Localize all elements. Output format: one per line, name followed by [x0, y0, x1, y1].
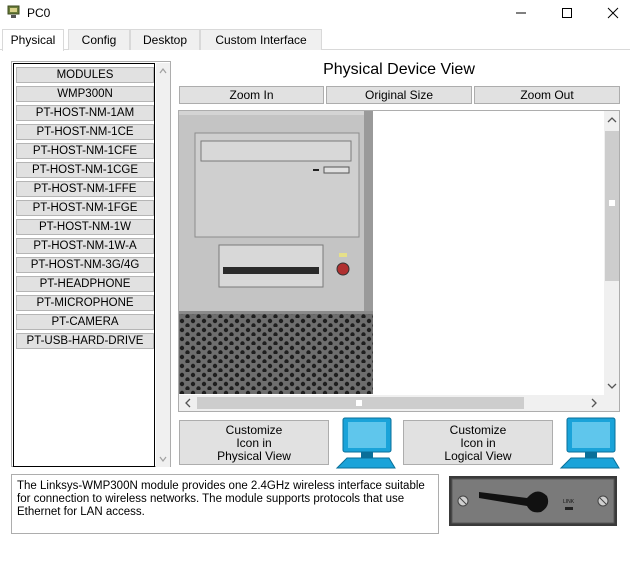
close-button[interactable] — [590, 0, 630, 26]
title-bar: PC0 — [0, 0, 630, 26]
module-item[interactable]: PT-HOST-NM-3G/4G — [16, 257, 154, 273]
scroll-up-arrow-icon[interactable] — [606, 114, 618, 126]
physical-view-title: Physical Device View — [323, 61, 475, 78]
minimize-button[interactable] — [498, 0, 544, 26]
module-item[interactable]: PT-HOST-NM-1W-A — [16, 238, 154, 254]
modules-scrollbar[interactable] — [156, 63, 170, 467]
module-item[interactable]: PT-HOST-NM-1FGE — [16, 200, 154, 216]
scroll-up-arrow-icon[interactable] — [158, 66, 168, 76]
scroll-left-arrow-icon[interactable] — [182, 397, 194, 409]
modules-header: MODULES — [16, 67, 154, 83]
pc-monitor-icon — [559, 417, 620, 469]
tab-config[interactable]: Config — [68, 29, 130, 50]
module-item[interactable]: PT-HOST-NM-1AM — [16, 105, 154, 121]
module-item[interactable]: PT-USB-HARD-DRIVE — [16, 333, 154, 349]
scroll-down-arrow-icon[interactable] — [158, 454, 168, 464]
module-item[interactable]: PT-HOST-NM-1CFE — [16, 143, 154, 159]
tab-bar: Physical Config Desktop Custom Interface — [0, 29, 630, 51]
tab-custom-interface[interactable]: Custom Interface — [200, 29, 322, 50]
module-item[interactable]: PT-CAMERA — [16, 314, 154, 330]
original-size-button[interactable]: Original Size — [326, 86, 472, 104]
vertical-scrollbar[interactable] — [604, 111, 619, 395]
close-icon — [607, 7, 619, 19]
pc-case-image — [179, 111, 373, 394]
window-title: PC0 — [27, 6, 51, 20]
module-description: The Linksys-WMP300N module provides one … — [11, 474, 439, 534]
button-label-line: Physical View — [217, 449, 291, 463]
packet-tracer-pc-icon — [7, 5, 20, 18]
tab-physical[interactable]: Physical — [2, 29, 64, 51]
scroll-corner — [604, 395, 619, 411]
modules-list: MODULES WMP300N PT-HOST-NM-1AM PT-HOST-N… — [13, 63, 155, 467]
module-item[interactable]: PT-HOST-NM-1CGE — [16, 162, 154, 178]
module-item[interactable]: PT-HOST-NM-1W — [16, 219, 154, 235]
customize-physical-icon-button[interactable]: Customize Icon in Physical View — [179, 420, 329, 465]
scroll-marker — [608, 199, 616, 207]
module-item[interactable]: WMP300N — [16, 86, 154, 102]
scroll-marker — [355, 399, 363, 407]
scroll-down-arrow-icon[interactable] — [606, 380, 618, 392]
zoom-out-button[interactable]: Zoom Out — [474, 86, 620, 104]
scroll-right-arrow-icon[interactable] — [588, 397, 600, 409]
wmp300n-module-image: LINK — [449, 476, 617, 526]
minimize-icon — [516, 12, 526, 14]
maximize-icon — [562, 8, 572, 18]
module-item[interactable]: PT-HOST-NM-1CE — [16, 124, 154, 140]
module-item[interactable]: PT-MICROPHONE — [16, 295, 154, 311]
button-label-line: Logical View — [444, 449, 512, 463]
module-item[interactable]: PT-HOST-NM-1FFE — [16, 181, 154, 197]
device-view-area[interactable] — [178, 110, 620, 412]
maximize-button[interactable] — [544, 0, 590, 26]
zoom-in-button[interactable]: Zoom In — [179, 86, 324, 104]
pc-monitor-icon — [335, 417, 396, 469]
tab-desktop[interactable]: Desktop — [130, 29, 200, 50]
module-item[interactable]: PT-HEADPHONE — [16, 276, 154, 292]
link-label: LINK — [563, 499, 575, 505]
customize-logical-icon-button[interactable]: Customize Icon in Logical View — [403, 420, 553, 465]
horizontal-scrollbar[interactable] — [179, 395, 604, 411]
modules-panel: MODULES WMP300N PT-HOST-NM-1AM PT-HOST-N… — [11, 61, 171, 467]
